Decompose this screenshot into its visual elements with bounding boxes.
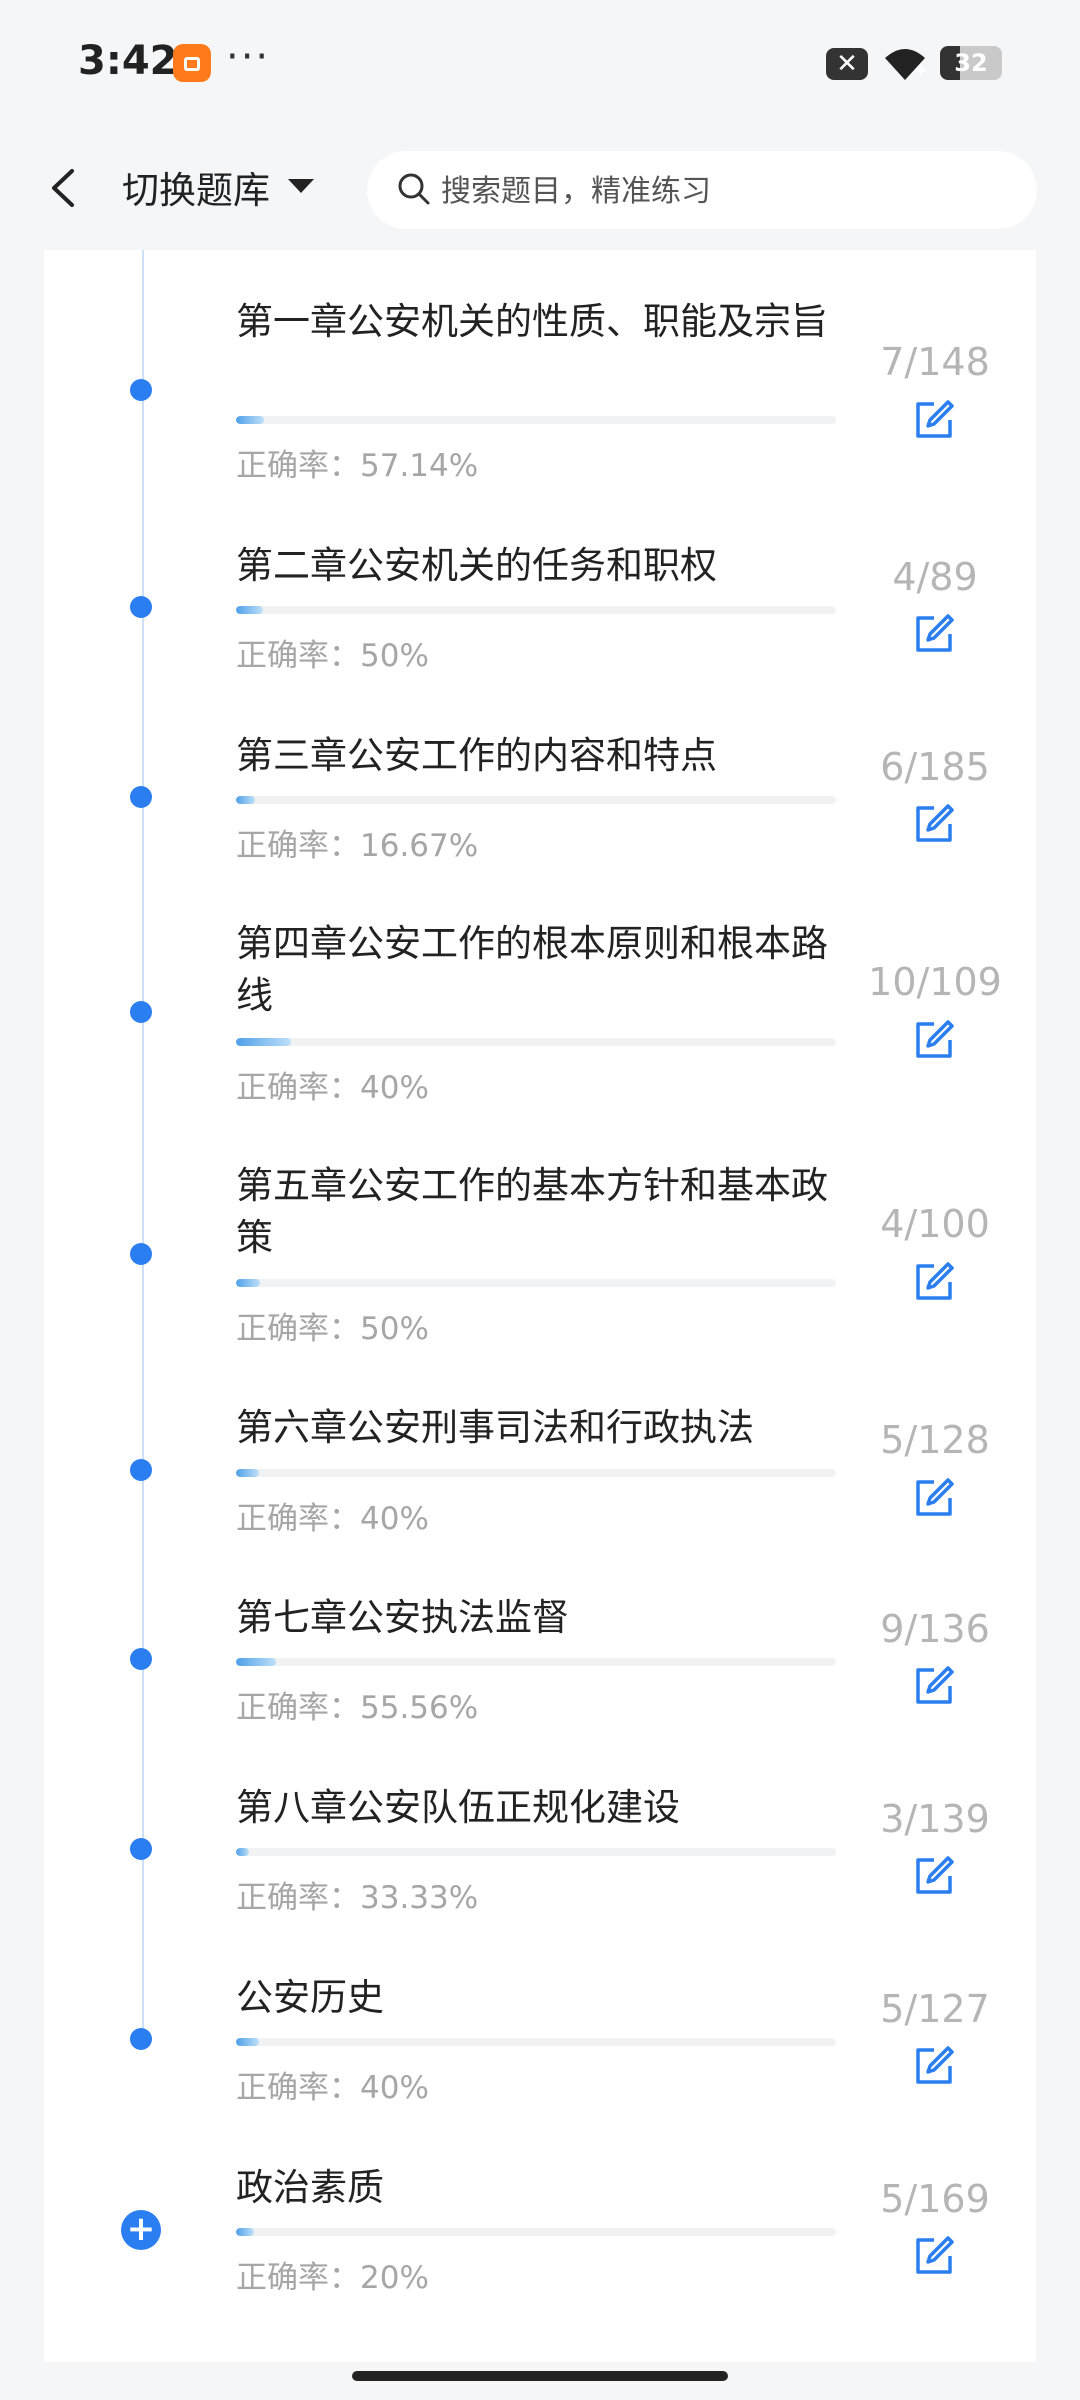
accuracy-text: 正确率：40% (236, 2070, 429, 2106)
search-icon (398, 173, 430, 205)
timeline-dot-icon (130, 1648, 152, 1670)
switch-question-bank-button[interactable]: 切换题库 (122, 160, 270, 214)
plus-circle-icon[interactable]: + (121, 2210, 161, 2250)
question-count: 3/139 (880, 1797, 990, 1841)
edit-icon[interactable] (912, 1664, 956, 1708)
more-notifications-icon: ··· (226, 34, 271, 80)
progress-fill (236, 1848, 250, 1856)
progress-bar (236, 2228, 836, 2236)
battery-icon: 32 (940, 46, 1002, 80)
chapter-title: 第一章公安机关的性质、职能及宗旨 (236, 300, 828, 343)
progress-bar (236, 416, 836, 424)
accuracy-text: 正确率：50% (236, 638, 429, 674)
chapter-title: 第五章公安工作的基本方针和基本政策 (236, 1164, 828, 1259)
top-bar: 切换题库 (0, 125, 1080, 250)
timeline-dot-icon (130, 1001, 152, 1023)
accuracy-text: 正确率：40% (236, 1501, 429, 1537)
timeline-dot-icon (130, 1838, 152, 1860)
edit-icon[interactable] (912, 2044, 956, 2088)
search-input[interactable] (439, 151, 1003, 231)
accuracy-text: 正确率：16.67% (236, 828, 479, 864)
progress-bar (236, 1658, 836, 1666)
wifi-icon (885, 49, 926, 80)
progress-fill (236, 416, 265, 424)
chapter-title: 政治素质 (236, 2166, 384, 2209)
progress-fill (236, 2038, 260, 2046)
question-count: 9/136 (880, 1607, 990, 1651)
question-count: 4/100 (880, 1202, 990, 1246)
chapter-title: 第六章公安刑事司法和行政执法 (236, 1406, 754, 1449)
timeline-dot-icon (130, 379, 152, 401)
timeline-dot-icon (130, 2028, 152, 2050)
chapter-title: 公安历史 (236, 1976, 384, 2019)
progress-fill (236, 1279, 260, 1287)
close-notification-icon: ✕ (826, 48, 868, 80)
timeline-dot-icon (130, 1459, 152, 1481)
question-count: 5/127 (880, 1987, 990, 2031)
question-count: 4/89 (892, 555, 978, 599)
chapter-title: 第三章公安工作的内容和特点 (236, 734, 717, 777)
progress-bar (236, 2038, 836, 2046)
edit-icon[interactable] (912, 2234, 956, 2278)
progress-bar (236, 796, 836, 804)
progress-bar (236, 1469, 836, 1477)
progress-fill (236, 606, 263, 614)
timeline-dot-icon (130, 1243, 152, 1265)
question-count: 5/169 (880, 2177, 990, 2221)
question-count: 7/148 (880, 340, 990, 384)
chapter-title: 第二章公安机关的任务和职权 (236, 544, 717, 587)
accuracy-text: 正确率：20% (236, 2260, 429, 2296)
progress-fill (236, 2228, 254, 2236)
question-count: 6/185 (880, 745, 990, 789)
edit-icon[interactable] (912, 612, 956, 656)
progress-bar (236, 1279, 836, 1287)
timeline-dot-icon (130, 596, 152, 618)
timeline-line (142, 250, 144, 2040)
chapter-title: 第八章公安队伍正规化建设 (236, 1786, 680, 1829)
progress-bar (236, 606, 836, 614)
accuracy-text: 正确率：40% (236, 1070, 429, 1106)
question-count: 5/128 (880, 1418, 990, 1462)
question-count: 10/109 (868, 960, 1002, 1004)
edit-icon[interactable] (912, 802, 956, 846)
progress-fill (236, 1038, 292, 1046)
progress-fill (236, 1658, 276, 1666)
progress-bar (236, 1848, 836, 1856)
accuracy-text: 正确率：57.14% (236, 448, 479, 484)
accuracy-text: 正确率：55.56% (236, 1690, 479, 1726)
status-time: 3:42 (78, 38, 178, 84)
progress-fill (236, 796, 256, 804)
search-bar[interactable] (367, 151, 1037, 231)
chevron-left-icon[interactable] (44, 163, 84, 213)
edit-icon[interactable] (912, 398, 956, 442)
chapter-title: 第四章公安工作的根本原则和根本路线 (236, 922, 828, 1017)
caret-down-icon[interactable] (288, 179, 314, 193)
progress-fill (236, 1469, 260, 1477)
battery-level: 32 (954, 49, 988, 77)
edit-icon[interactable] (912, 1260, 956, 1304)
progress-bar (236, 1038, 836, 1046)
home-indicator[interactable] (352, 2371, 728, 2381)
edit-icon[interactable] (912, 1476, 956, 1520)
edit-icon[interactable] (912, 1018, 956, 1062)
timeline-dot-icon (130, 786, 152, 808)
status-bar: 3:42 ··· ✕ 32 (0, 0, 1080, 125)
accuracy-text: 正确率：50% (236, 1311, 429, 1347)
shopping-app-icon (173, 44, 211, 82)
chapter-title: 第七章公安执法监督 (236, 1596, 569, 1639)
accuracy-text: 正确率：33.33% (236, 1880, 479, 1916)
edit-icon[interactable] (912, 1854, 956, 1898)
